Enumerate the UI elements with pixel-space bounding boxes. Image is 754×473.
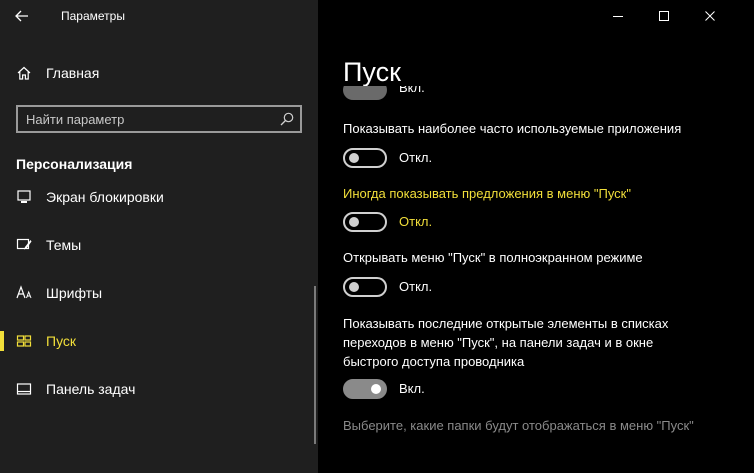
close-icon — [705, 11, 715, 21]
themes-icon — [16, 238, 32, 250]
setting-suggestions-label: Иногда показывать предложения в меню "Пу… — [343, 186, 631, 201]
back-button[interactable] — [10, 5, 34, 27]
sidebar-item-lock-screen[interactable]: Экран блокировки — [0, 182, 310, 217]
choose-folders-link[interactable]: Выберите, какие папки будут отображаться… — [343, 416, 694, 435]
sidebar-item-start[interactable]: Пуск — [0, 321, 310, 361]
search-icon[interactable] — [279, 111, 295, 127]
setting-fullscreen-label: Открывать меню "Пуск" в полноэкранном ре… — [343, 250, 643, 265]
page-title: Пуск — [343, 57, 401, 87]
section-title: Персонализация — [16, 156, 133, 172]
search-input[interactable] — [26, 110, 276, 128]
suggestions-toggle[interactable] — [343, 212, 387, 232]
recent-items-label-line: переходов в меню "Пуск", на панели задач… — [343, 335, 654, 350]
maximize-button[interactable] — [641, 0, 687, 32]
setting-recent-items-label: Показывать последние открытые элементы в… — [343, 314, 668, 371]
fullscreen-state: Откл. — [399, 279, 433, 294]
titlebar-left: Параметры — [0, 0, 318, 32]
home-icon — [17, 66, 31, 80]
setting-most-used-label: Показывать наиболее часто используемые п… — [343, 121, 682, 136]
window-controls — [594, 0, 754, 32]
home-label: Главная — [46, 65, 100, 81]
recent-items-label-line: Показывать последние открытые элементы в… — [343, 316, 669, 331]
sidebar: Параметры Главная Персонализация Экран б… — [0, 0, 318, 473]
cut-off-toggle-state: Вкл. — [399, 86, 425, 95]
recent-items-toggle[interactable] — [343, 379, 387, 399]
toggle-knob — [371, 384, 381, 394]
start-icon — [16, 335, 32, 347]
maximize-icon — [659, 11, 669, 21]
toggle-knob — [349, 217, 359, 227]
back-arrow-icon — [15, 10, 28, 22]
sidebar-item-taskbar[interactable]: Панель задач — [0, 369, 310, 409]
most-used-apps-toggle[interactable] — [343, 148, 387, 168]
fullscreen-toggle[interactable] — [343, 277, 387, 297]
lock-screen-icon — [17, 190, 31, 203]
recent-items-label-line: быстрого доступа проводника — [343, 354, 525, 369]
most-used-apps-state: Откл. — [399, 150, 433, 165]
sidebar-item-fonts[interactable]: Шрифты — [0, 273, 310, 313]
close-button[interactable] — [687, 0, 733, 32]
toggle-knob — [349, 153, 359, 163]
sidebar-scrollbar[interactable] — [314, 286, 316, 444]
active-indicator — [0, 331, 4, 351]
sidebar-item-themes[interactable]: Темы — [0, 225, 310, 265]
taskbar-icon — [16, 383, 32, 395]
content-pane: Пуск Вкл. Показывать наиболее часто испо… — [318, 0, 754, 473]
cut-off-toggle[interactable] — [343, 86, 387, 100]
sidebar-item-label: Экран блокировки — [46, 189, 164, 205]
recent-items-state: Вкл. — [399, 381, 425, 396]
nav-list: Экран блокировки Темы Шрифты Пуск Панель… — [0, 182, 318, 473]
sidebar-item-label: Панель задач — [46, 381, 136, 397]
fonts-icon — [16, 285, 32, 299]
sidebar-item-label: Пуск — [46, 333, 77, 349]
sidebar-item-label: Темы — [46, 237, 82, 253]
minimize-button[interactable] — [595, 0, 641, 32]
search-box[interactable] — [16, 105, 302, 133]
sidebar-item-label: Шрифты — [46, 285, 103, 301]
home-nav-item[interactable]: Главная — [0, 58, 318, 88]
toggle-knob — [349, 282, 359, 292]
minimize-icon — [613, 16, 623, 17]
app-title: Параметры — [61, 9, 125, 23]
suggestions-state: Откл. — [399, 214, 433, 229]
